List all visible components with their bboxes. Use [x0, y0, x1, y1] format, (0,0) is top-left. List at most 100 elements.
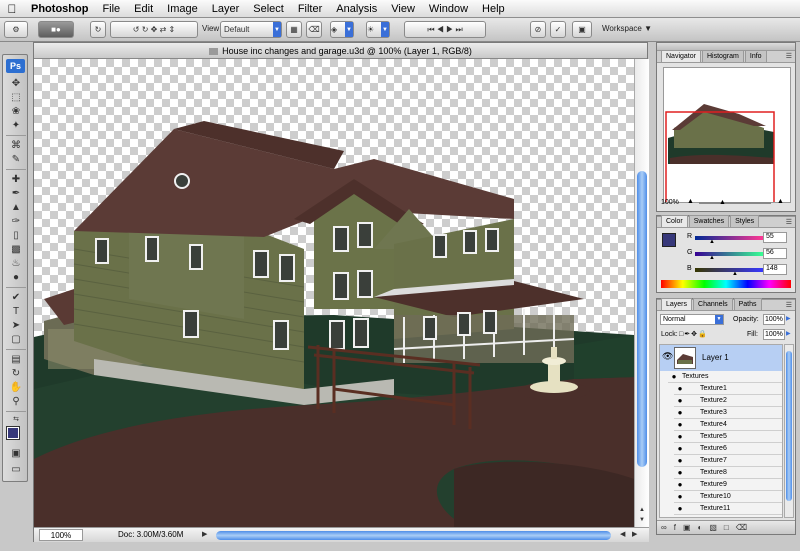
- r-slider[interactable]: [695, 236, 763, 240]
- delete-view-icon[interactable]: ⌫: [306, 21, 322, 38]
- blend-mode-select[interactable]: Normal ▼: [660, 314, 724, 325]
- tab-channels[interactable]: Channels: [693, 298, 733, 310]
- navigator-zoom-slider[interactable]: [699, 202, 771, 204]
- panel-menu-icon[interactable]: ☰: [786, 52, 792, 60]
- opacity-field[interactable]: 100%: [763, 314, 785, 325]
- adjustment-layer-icon[interactable]: ◐: [698, 523, 710, 532]
- tab-color[interactable]: Color: [661, 215, 688, 227]
- menu-analysis[interactable]: Analysis: [329, 0, 384, 18]
- g-slider[interactable]: [695, 252, 763, 256]
- foreground-color-swatch[interactable]: [6, 426, 20, 440]
- menu-view[interactable]: View: [384, 0, 422, 18]
- texture-eye-icon[interactable]: ●: [675, 383, 685, 395]
- navigator-thumbnail[interactable]: [663, 67, 791, 211]
- textures-group-row[interactable]: ● Textures: [668, 371, 782, 383]
- tab-navigator[interactable]: Navigator: [661, 50, 701, 62]
- commit-icon[interactable]: ✓: [550, 21, 566, 38]
- layer-visibility-eye-icon[interactable]: 👁: [662, 351, 673, 362]
- apple-menu-icon[interactable]: : [0, 2, 24, 16]
- zoom-field[interactable]: 100%: [39, 529, 83, 541]
- g-slider-thumb-icon[interactable]: ▲: [709, 255, 715, 261]
- texture-row[interactable]: ● Texture6: [674, 443, 782, 455]
- crop-tool-icon[interactable]: ⌘: [8, 139, 24, 152]
- eyedropper-tool-icon[interactable]: ✎: [8, 153, 24, 166]
- status-menu-arrow-icon[interactable]: ▶: [202, 530, 207, 538]
- delete-layer-icon[interactable]: ⌫: [736, 523, 754, 532]
- path-selection-tool-icon[interactable]: ➤: [8, 319, 24, 332]
- menu-help[interactable]: Help: [475, 0, 512, 18]
- fill-field[interactable]: 100%: [763, 329, 785, 340]
- vertical-scrollbar[interactable]: ▲ ▼: [634, 59, 649, 527]
- texture-row[interactable]: ● Texture5: [674, 431, 782, 443]
- texture-eye-icon[interactable]: ●: [675, 503, 685, 515]
- notes-tool-icon[interactable]: ▤: [8, 353, 24, 366]
- quick-mask-icon[interactable]: ▣: [8, 447, 24, 460]
- zoom-out-icon[interactable]: ▲: [687, 198, 694, 205]
- zoom-tool-icon[interactable]: ⚲: [8, 395, 24, 408]
- color-swatch[interactable]: [662, 233, 676, 247]
- texture-row[interactable]: ● Texture8: [674, 467, 782, 479]
- eraser-tool-icon[interactable]: ▯: [8, 229, 24, 242]
- b-slider-thumb-icon[interactable]: ▲: [732, 271, 738, 277]
- scroll-right-arrow-icon[interactable]: ▶: [632, 530, 637, 538]
- tool-preset-picker[interactable]: ⚙: [4, 21, 28, 38]
- layers-scroll-thumb[interactable]: [786, 351, 792, 501]
- layers-scrollbar[interactable]: [784, 344, 794, 518]
- menu-image[interactable]: Image: [160, 0, 205, 18]
- layer-row-selected[interactable]: 👁 Layer 1: [660, 345, 782, 371]
- 3d-tool-buttons[interactable]: ↺ ↻ ✥ ⇄ ⇕: [110, 21, 198, 38]
- texture-eye-icon[interactable]: ●: [675, 491, 685, 503]
- b-slider[interactable]: [695, 268, 763, 272]
- new-group-icon[interactable]: ▧: [709, 523, 724, 532]
- app-menu[interactable]: Photoshop: [24, 0, 95, 18]
- lock-icons[interactable]: □✒✥🔒: [679, 330, 708, 338]
- blur-tool-icon[interactable]: ♨: [8, 257, 24, 270]
- texture-eye-icon[interactable]: ●: [675, 467, 685, 479]
- workspace-menu[interactable]: Workspace ▼: [602, 24, 652, 33]
- navigator-slider-thumb-icon[interactable]: ▲: [719, 199, 726, 206]
- texture-row[interactable]: ● Texture1: [674, 383, 782, 395]
- cancel-icon[interactable]: ⊘: [530, 21, 546, 38]
- 3d-object-tool-icon[interactable]: ■●: [38, 21, 74, 38]
- texture-row[interactable]: ● Texture4: [674, 419, 782, 431]
- tab-layers[interactable]: Layers: [661, 298, 693, 310]
- clone-stamp-tool-icon[interactable]: ▲: [8, 201, 24, 214]
- fill-arrow-icon[interactable]: ▶: [786, 330, 791, 337]
- tab-histogram[interactable]: Histogram: [701, 50, 744, 62]
- screen-mode-icon[interactable]: ▭: [8, 463, 24, 476]
- menu-file[interactable]: File: [95, 0, 127, 18]
- animation-controls[interactable]: ⏮ ◀ ▶ ⏭: [404, 21, 486, 38]
- horizontal-scroll-thumb[interactable]: [216, 531, 611, 540]
- scroll-left-arrow-icon[interactable]: ◀: [620, 530, 625, 538]
- tab-info[interactable]: Info: [744, 50, 767, 62]
- tab-paths[interactable]: Paths: [733, 298, 762, 310]
- history-brush-tool-icon[interactable]: ✑: [8, 215, 24, 228]
- scroll-down-arrow-icon[interactable]: ▼: [637, 517, 647, 525]
- move-tool-icon[interactable]: ✥: [8, 77, 24, 90]
- zoom-in-icon[interactable]: ▲: [777, 198, 784, 205]
- new-layer-icon[interactable]: □: [724, 523, 736, 532]
- link-layers-icon[interactable]: ∞: [661, 523, 674, 532]
- menu-layer[interactable]: Layer: [205, 0, 247, 18]
- g-value-field[interactable]: 56: [763, 248, 787, 259]
- layer-style-icon[interactable]: f: [674, 523, 683, 532]
- textures-toggle-icon[interactable]: ●: [669, 371, 679, 383]
- brush-tool-icon[interactable]: ✒: [8, 187, 24, 200]
- light-select[interactable]: ☀ ▼: [366, 21, 390, 38]
- r-slider-thumb-icon[interactable]: ▲: [709, 239, 715, 245]
- texture-row[interactable]: ● Texture10: [674, 491, 782, 503]
- b-value-field[interactable]: 148: [763, 264, 787, 275]
- panel-menu-icon[interactable]: ☰: [786, 218, 792, 226]
- save-view-icon[interactable]: ▦: [286, 21, 302, 38]
- menu-window[interactable]: Window: [422, 0, 475, 18]
- rotate-3d-icon[interactable]: ↻: [90, 21, 106, 38]
- doc-size-info[interactable]: Doc: 3.00M/3.60M: [118, 530, 183, 539]
- view-select[interactable]: Default ▼: [220, 21, 282, 38]
- texture-row[interactable]: ● Texture7: [674, 455, 782, 467]
- menu-filter[interactable]: Filter: [291, 0, 329, 18]
- panel-menu-icon[interactable]: ☰: [786, 301, 792, 309]
- layer-mask-icon[interactable]: ▣: [683, 523, 698, 532]
- color-ramp[interactable]: [661, 280, 791, 288]
- texture-row[interactable]: ● Texture3: [674, 407, 782, 419]
- gradient-tool-icon[interactable]: ▩: [8, 243, 24, 256]
